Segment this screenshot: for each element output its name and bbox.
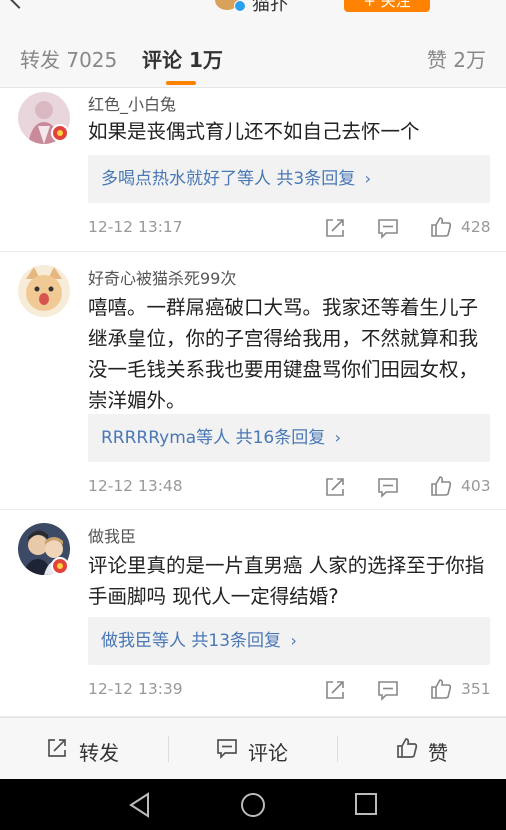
comment-time: 12-12 13:39 [88,680,183,698]
chevron-right-icon: › [290,631,297,650]
like-icon[interactable] [430,475,452,497]
reply-summary[interactable]: 做我臣等人 共13条回复 › [88,617,490,665]
comment-text: 评论里真的是一片直男癌 人家的选择至于你指手画脚吗 现代人一定得结婚? [88,554,485,608]
like-count: 403 [461,477,491,495]
like-count: 428 [461,218,491,236]
reply-icon[interactable] [377,217,399,239]
reply-count: 共16条回复 [235,428,326,448]
share-icon[interactable] [324,217,346,239]
avatar[interactable] [18,265,70,317]
member-badge-icon [51,124,69,142]
top-bar: 猫扑 + 关注 [0,0,506,14]
like-count: 351 [461,680,491,698]
repost-button[interactable]: 转发 [0,718,168,780]
back-arrow-icon[interactable] [9,0,29,9]
reply-icon[interactable] [377,679,399,701]
chevron-right-icon: › [364,169,372,188]
comment-username[interactable]: 好奇心被猫杀死99次 [88,265,236,289]
follow-button[interactable]: + 关注 [344,0,430,12]
reply-count: 共3条回复 [276,169,356,189]
nav-recents-icon[interactable] [354,792,378,816]
nav-back-icon[interactable] [128,792,152,818]
comment-text: 如果是丧偶式育儿还不如自己去怀一个 [88,120,420,143]
tab-repost[interactable]: 转发 7025 [20,44,117,73]
like-button[interactable]: 赞 [338,718,506,780]
like-icon[interactable] [430,216,452,238]
comment-item: 做我臣 评论里真的是一片直男癌 人家的选择至于你指手画脚吗 现代人一定得结婚? … [0,510,506,717]
like-label: 赞 [428,741,448,765]
author-name[interactable]: 猫扑 [252,0,288,14]
share-icon[interactable] [324,679,346,701]
reply-users: RRRRRyma等人 [101,428,231,448]
reply-summary[interactable]: 多喝点热水就好了等人 共3条回复 › [88,155,490,203]
thumbs-up-icon [397,738,418,758]
comment-username[interactable]: 红色_小白兔 [88,91,176,115]
tab-bar: 转发 7025 评论 1万 赞 2万 [0,14,506,88]
verified-badge-icon [234,0,246,12]
comment-icon [217,739,237,759]
repost-label: 转发 [79,741,119,765]
active-tab-indicator [166,81,196,85]
comment-username[interactable]: 做我臣 [88,523,136,547]
comment-button[interactable]: 评论 [169,718,337,780]
reply-summary[interactable]: RRRRRyma等人 共16条回复 › [88,414,490,462]
reply-count: 共13条回复 [191,631,282,651]
comment-label: 评论 [248,741,288,765]
share-icon[interactable] [324,476,346,498]
chevron-right-icon: › [334,428,342,447]
like-icon[interactable] [430,678,452,700]
bottom-action-bar: 转发 评论 赞 [0,717,506,779]
reply-users: 多喝点热水就好了等人 [101,169,271,189]
reply-users: 做我臣等人 [101,631,186,651]
system-nav-bar [0,779,506,830]
comment-item: 好奇心被猫杀死99次 嘻嘻。一群屌癌破口大骂。我家还等着生儿子继承皇位，你的子宫… [0,252,506,510]
member-badge-icon [51,557,69,575]
comment-item: 红色_小白兔 如果是丧偶式育儿还不如自己去怀一个 多喝点热水就好了等人 共3条回… [0,88,506,252]
comment-time: 12-12 13:48 [88,477,183,495]
repost-icon [48,739,66,757]
comment-time: 12-12 13:17 [88,218,183,236]
nav-home-icon[interactable] [240,792,266,818]
reply-icon[interactable] [377,476,399,498]
tab-comment[interactable]: 评论 1万 [142,44,223,73]
tab-like[interactable]: 赞 2万 [427,44,486,73]
comment-text: 嘻嘻。一群屌癌破口大骂。我家还等着生儿子继承皇位，你的子宫得给我用，不然就算和我… [88,296,479,412]
